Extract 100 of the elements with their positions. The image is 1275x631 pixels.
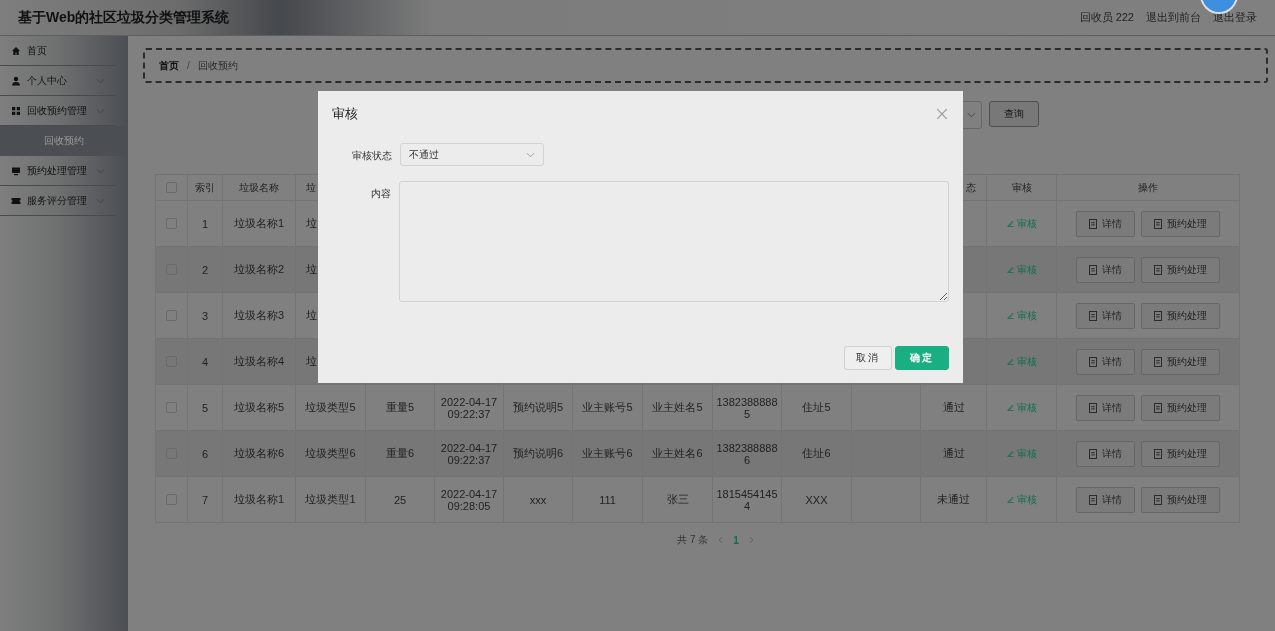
chevron-icon bbox=[967, 112, 976, 118]
field-label: 审核状态 bbox=[351, 149, 392, 163]
table-cell: 垃圾类型1 bbox=[305, 492, 356, 507]
action-button[interactable]: 详情 bbox=[1076, 394, 1135, 421]
table-cell: 重量6 bbox=[385, 446, 415, 461]
table-cell: 5 bbox=[201, 401, 209, 414]
pencil-icon bbox=[1006, 312, 1014, 319]
column-header: 审核 bbox=[1011, 180, 1032, 195]
table-cell: 垃 bbox=[306, 262, 317, 277]
table-cell: 垃圾名称3 bbox=[233, 308, 285, 323]
total-count: 共 7 条 bbox=[677, 533, 709, 547]
document-icon bbox=[1154, 218, 1162, 229]
document-icon bbox=[1154, 402, 1162, 413]
document-icon bbox=[1154, 264, 1162, 275]
table-cell: 重量5 bbox=[385, 400, 415, 415]
monitor-icon bbox=[11, 165, 21, 176]
table-cell-text: 2022-04-17 09:28:05 bbox=[439, 487, 499, 512]
action-button[interactable]: 预约处理 bbox=[1141, 440, 1220, 467]
content-textarea[interactable] bbox=[398, 181, 949, 302]
pencil-icon bbox=[1006, 220, 1014, 227]
table-cell: 13823888886 bbox=[715, 441, 779, 466]
dialog-title: 审核 bbox=[332, 105, 358, 123]
table-cell: 垃圾类型5 bbox=[305, 400, 356, 415]
table-cell: 业主姓名5 bbox=[652, 400, 703, 415]
table-cell: 垃圾名称2 bbox=[233, 262, 285, 277]
user-icon bbox=[11, 75, 21, 86]
table-cell: 4 bbox=[201, 355, 209, 368]
action-button[interactable]: 预约处理 bbox=[1141, 348, 1220, 375]
table-cell: 预约说明6 bbox=[512, 446, 564, 461]
action-button[interactable]: 详情 bbox=[1076, 440, 1135, 467]
breadcrumb-current: 回收预约 bbox=[197, 58, 238, 73]
column-header: 态 bbox=[966, 180, 976, 195]
action-button[interactable]: 预约处理 bbox=[1141, 486, 1220, 513]
chevron-icon bbox=[526, 151, 535, 158]
ticket-icon bbox=[11, 195, 21, 206]
column-header: 垃 bbox=[306, 180, 316, 195]
header-link[interactable]: 退出到前台 bbox=[1146, 10, 1201, 25]
action-button[interactable]: 详情 bbox=[1076, 302, 1135, 329]
column-header: 垃圾名称 bbox=[239, 180, 279, 195]
action-button[interactable]: 详情 bbox=[1076, 486, 1135, 513]
action-button[interactable]: 预约处理 bbox=[1141, 256, 1220, 283]
action-button[interactable]: 详情 bbox=[1076, 348, 1135, 375]
document-icon bbox=[1089, 310, 1097, 321]
document-icon bbox=[1089, 402, 1097, 413]
pencil-icon bbox=[1006, 404, 1014, 411]
sidebar-item[interactable]: 服务评分管理 bbox=[0, 186, 116, 216]
table-cell: XXX bbox=[805, 493, 828, 506]
table-cell: 7 bbox=[201, 493, 209, 506]
next-page-icon[interactable] bbox=[748, 536, 754, 544]
sidebar-item[interactable]: 预约处理管理 bbox=[0, 156, 116, 186]
document-icon bbox=[1089, 356, 1097, 367]
field-label: 内容 bbox=[369, 187, 391, 201]
document-icon bbox=[1089, 218, 1097, 229]
action-button[interactable]: 详情 bbox=[1076, 256, 1135, 283]
table-cell: 业主账号6 bbox=[582, 446, 633, 461]
table-cell: 垃圾名称1 bbox=[233, 492, 285, 507]
pencil-icon bbox=[1006, 496, 1014, 503]
home-icon bbox=[11, 45, 21, 56]
table-cell: 垃圾名称6 bbox=[233, 446, 285, 461]
document-icon bbox=[1089, 264, 1097, 275]
close-icon[interactable] bbox=[936, 108, 948, 120]
document-icon bbox=[1154, 448, 1162, 459]
table-cell: 25 bbox=[393, 493, 407, 506]
cancel-button[interactable]: 取消 bbox=[844, 346, 892, 370]
document-icon bbox=[1154, 494, 1162, 505]
table-cell: xxx bbox=[529, 493, 547, 506]
document-icon bbox=[1154, 356, 1162, 367]
sidebar-item[interactable]: 个人中心 bbox=[0, 66, 116, 96]
table-cell: 未通过 bbox=[937, 492, 970, 507]
table-cell-text: 2022-04-17 09:22:37 bbox=[439, 441, 499, 466]
table-cell: 2 bbox=[201, 263, 209, 276]
table-cell: 垃圾名称4 bbox=[233, 354, 285, 369]
table-cell: 通过 bbox=[942, 446, 965, 461]
status-select[interactable]: 不通过 bbox=[400, 143, 544, 166]
breadcrumb-separator: / bbox=[187, 60, 190, 71]
column-header: 操作 bbox=[1138, 180, 1158, 195]
table-cell: 垃 bbox=[306, 354, 317, 369]
action-button[interactable]: 预约处理 bbox=[1141, 394, 1220, 421]
table-cell: 13823888885 bbox=[715, 395, 779, 420]
previous-page-icon[interactable] bbox=[718, 536, 724, 544]
table-cell: 垃圾名称5 bbox=[233, 400, 285, 415]
pencil-icon bbox=[1006, 358, 1014, 365]
column-header: 索引 bbox=[195, 180, 215, 195]
action-button[interactable]: 详情 bbox=[1076, 210, 1135, 237]
table-cell-text: 2022-04-17 09:22:37 bbox=[439, 395, 499, 420]
sidebar-item[interactable]: 首页 bbox=[0, 36, 116, 66]
user-label: 回收员 222 bbox=[1079, 10, 1134, 25]
breadcrumb-link[interactable]: 首页 bbox=[159, 58, 179, 73]
action-button[interactable]: 预约处理 bbox=[1141, 210, 1220, 237]
table-cell: 通过 bbox=[942, 400, 965, 415]
action-button[interactable]: 预约处理 bbox=[1141, 302, 1220, 329]
table-cell: 业主姓名6 bbox=[652, 446, 703, 461]
app-title: 基于Web的社区垃圾分类管理系统 bbox=[18, 8, 230, 27]
confirm-button[interactable]: 确定 bbox=[895, 346, 949, 370]
search-button[interactable]: 查询 bbox=[989, 101, 1039, 127]
pencil-icon bbox=[1006, 266, 1014, 273]
table-cell: 111 bbox=[599, 493, 616, 506]
table-cell: 垃圾类型6 bbox=[305, 446, 356, 461]
table-cell: 1 bbox=[201, 217, 209, 230]
table-cell: 垃 bbox=[306, 216, 317, 231]
